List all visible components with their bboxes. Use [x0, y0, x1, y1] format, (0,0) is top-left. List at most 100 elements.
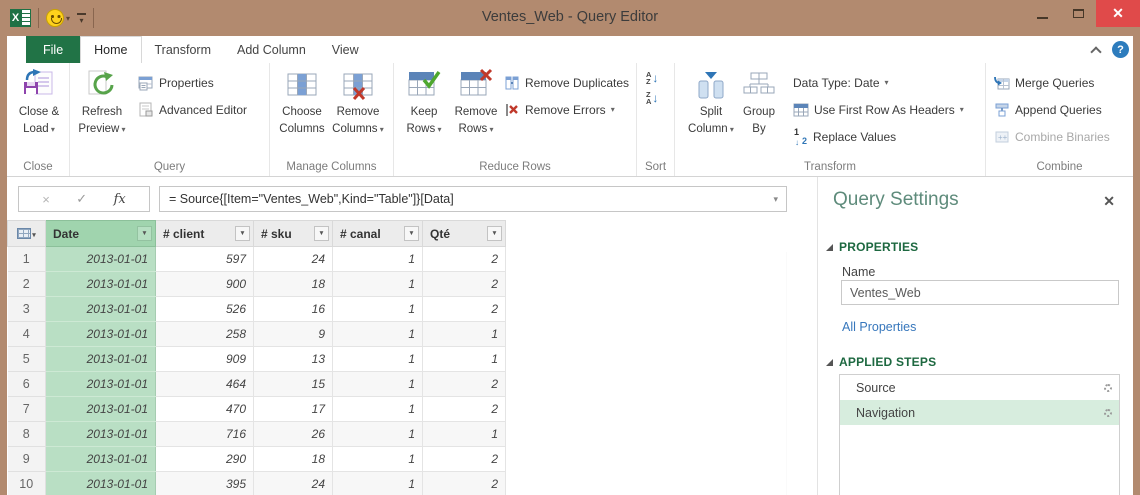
- cell-client[interactable]: 900: [156, 272, 254, 297]
- sort-ascending-button[interactable]: AZ↓: [646, 71, 674, 85]
- cell-sku[interactable]: 9: [254, 322, 333, 347]
- split-column-button[interactable]: Split Column: [685, 66, 737, 137]
- formula-input[interactable]: = Source{[Item="Ventes_Web",Kind="Table"…: [159, 186, 787, 212]
- table-row[interactable]: 5 2013-01-01 909 13 1 1: [8, 347, 506, 372]
- remove-duplicates-button[interactable]: Remove Duplicates: [504, 69, 629, 96]
- tab-file[interactable]: File: [26, 36, 80, 63]
- cell-qte[interactable]: 2: [423, 272, 506, 297]
- cell-qte[interactable]: 2: [423, 247, 506, 272]
- cell-sku[interactable]: 18: [254, 272, 333, 297]
- table-row[interactable]: 9 2013-01-01 290 18 1 2: [8, 447, 506, 472]
- maximize-button[interactable]: [1060, 0, 1096, 27]
- column-filter-button[interactable]: ▼: [404, 226, 419, 241]
- combine-binaries-button[interactable]: ++ Combine Binaries: [994, 123, 1110, 150]
- cell-client[interactable]: 290: [156, 447, 254, 472]
- refresh-preview-button[interactable]: Refresh Preview: [74, 66, 130, 137]
- table-row[interactable]: 3 2013-01-01 526 16 1 2: [8, 297, 506, 322]
- cell-client[interactable]: 909: [156, 347, 254, 372]
- cell-canal[interactable]: 1: [333, 472, 423, 495]
- tab-view[interactable]: View: [319, 36, 372, 63]
- minimize-button[interactable]: [1024, 0, 1060, 27]
- help-button[interactable]: ?: [1112, 41, 1129, 58]
- cell-client[interactable]: 597: [156, 247, 254, 272]
- advanced-editor-button[interactable]: Advanced Editor: [138, 96, 247, 123]
- cell-client[interactable]: 395: [156, 472, 254, 495]
- fx-icon[interactable]: fx: [114, 192, 126, 207]
- query-name-input[interactable]: Ventes_Web: [841, 280, 1119, 305]
- cell-sku[interactable]: 24: [254, 247, 333, 272]
- cell-date[interactable]: 2013-01-01: [46, 372, 156, 397]
- cell-sku[interactable]: 18: [254, 447, 333, 472]
- cell-sku[interactable]: 26: [254, 422, 333, 447]
- column-header[interactable]: # canal ▼: [333, 221, 423, 247]
- table-row[interactable]: 7 2013-01-01 470 17 1 2: [8, 397, 506, 422]
- cell-date[interactable]: 2013-01-01: [46, 347, 156, 372]
- sort-descending-button[interactable]: ZA↓: [646, 91, 674, 105]
- cell-qte[interactable]: 2: [423, 447, 506, 472]
- cell-qte[interactable]: 1: [423, 322, 506, 347]
- cell-sku[interactable]: 24: [254, 472, 333, 495]
- cell-date[interactable]: 2013-01-01: [46, 247, 156, 272]
- gear-icon[interactable]: [1104, 409, 1112, 417]
- cell-qte[interactable]: 1: [423, 422, 506, 447]
- column-filter-button[interactable]: ▼: [487, 226, 502, 241]
- applied-step[interactable]: Source: [840, 375, 1119, 400]
- cell-client[interactable]: 470: [156, 397, 254, 422]
- cell-qte[interactable]: 2: [423, 297, 506, 322]
- formula-cancel-icon[interactable]: ×: [42, 192, 50, 207]
- properties-button[interactable]: Properties: [138, 69, 247, 96]
- close-and-load-button[interactable]: Close & Load: [11, 66, 67, 137]
- cell-canal[interactable]: 1: [333, 422, 423, 447]
- replace-values-button[interactable]: 1↓2 Replace Values: [793, 123, 964, 150]
- properties-section-header[interactable]: PROPERTIES: [826, 240, 918, 254]
- cell-client[interactable]: 258: [156, 322, 254, 347]
- cell-client[interactable]: 464: [156, 372, 254, 397]
- remove-columns-button[interactable]: Remove Columns: [330, 66, 386, 137]
- tab-home[interactable]: Home: [80, 36, 141, 63]
- cell-sku[interactable]: 13: [254, 347, 333, 372]
- append-queries-button[interactable]: Append Queries: [994, 96, 1110, 123]
- panel-close-button[interactable]: ✕: [1103, 193, 1115, 210]
- cell-canal[interactable]: 1: [333, 397, 423, 422]
- cell-qte[interactable]: 1: [423, 347, 506, 372]
- group-by-button[interactable]: Group By: [737, 66, 781, 137]
- cell-sku[interactable]: 15: [254, 372, 333, 397]
- cell-date[interactable]: 2013-01-01: [46, 472, 156, 495]
- cell-date[interactable]: 2013-01-01: [46, 397, 156, 422]
- column-filter-button[interactable]: ▼: [235, 226, 250, 241]
- cell-date[interactable]: 2013-01-01: [46, 422, 156, 447]
- cell-canal[interactable]: 1: [333, 447, 423, 472]
- column-filter-button[interactable]: ▼: [137, 226, 152, 241]
- formula-confirm-icon[interactable]: ✓: [76, 191, 87, 207]
- cell-qte[interactable]: 2: [423, 372, 506, 397]
- tab-transform[interactable]: Transform: [142, 36, 225, 63]
- table-row[interactable]: 4 2013-01-01 258 9 1 1: [8, 322, 506, 347]
- cell-date[interactable]: 2013-01-01: [46, 297, 156, 322]
- column-header[interactable]: # sku ▼: [254, 221, 333, 247]
- cell-canal[interactable]: 1: [333, 247, 423, 272]
- table-row[interactable]: 8 2013-01-01 716 26 1 1: [8, 422, 506, 447]
- cell-date[interactable]: 2013-01-01: [46, 272, 156, 297]
- cell-canal[interactable]: 1: [333, 272, 423, 297]
- all-properties-link[interactable]: All Properties: [842, 320, 916, 334]
- cell-canal[interactable]: 1: [333, 322, 423, 347]
- vertical-scrollbar[interactable]: [786, 252, 787, 495]
- cell-qte[interactable]: 2: [423, 397, 506, 422]
- gear-icon[interactable]: [1104, 384, 1112, 392]
- column-header[interactable]: Qté ▼: [423, 221, 506, 247]
- close-button[interactable]: ✕: [1096, 0, 1140, 27]
- cell-date[interactable]: 2013-01-01: [46, 447, 156, 472]
- table-row[interactable]: 10 2013-01-01 395 24 1 2: [8, 472, 506, 495]
- cell-date[interactable]: 2013-01-01: [46, 322, 156, 347]
- table-row[interactable]: 6 2013-01-01 464 15 1 2: [8, 372, 506, 397]
- merge-queries-button[interactable]: Merge Queries: [994, 69, 1110, 96]
- cell-sku[interactable]: 17: [254, 397, 333, 422]
- cell-qte[interactable]: 2: [423, 472, 506, 495]
- remove-rows-button[interactable]: Remove Rows: [450, 66, 502, 137]
- table-row[interactable]: 2 2013-01-01 900 18 1 2: [8, 272, 506, 297]
- table-select-all-button[interactable]: ▾: [8, 221, 46, 247]
- data-type-button[interactable]: Data Type: Date: [793, 69, 964, 96]
- column-header[interactable]: # client ▼: [156, 221, 254, 247]
- cell-client[interactable]: 716: [156, 422, 254, 447]
- cell-client[interactable]: 526: [156, 297, 254, 322]
